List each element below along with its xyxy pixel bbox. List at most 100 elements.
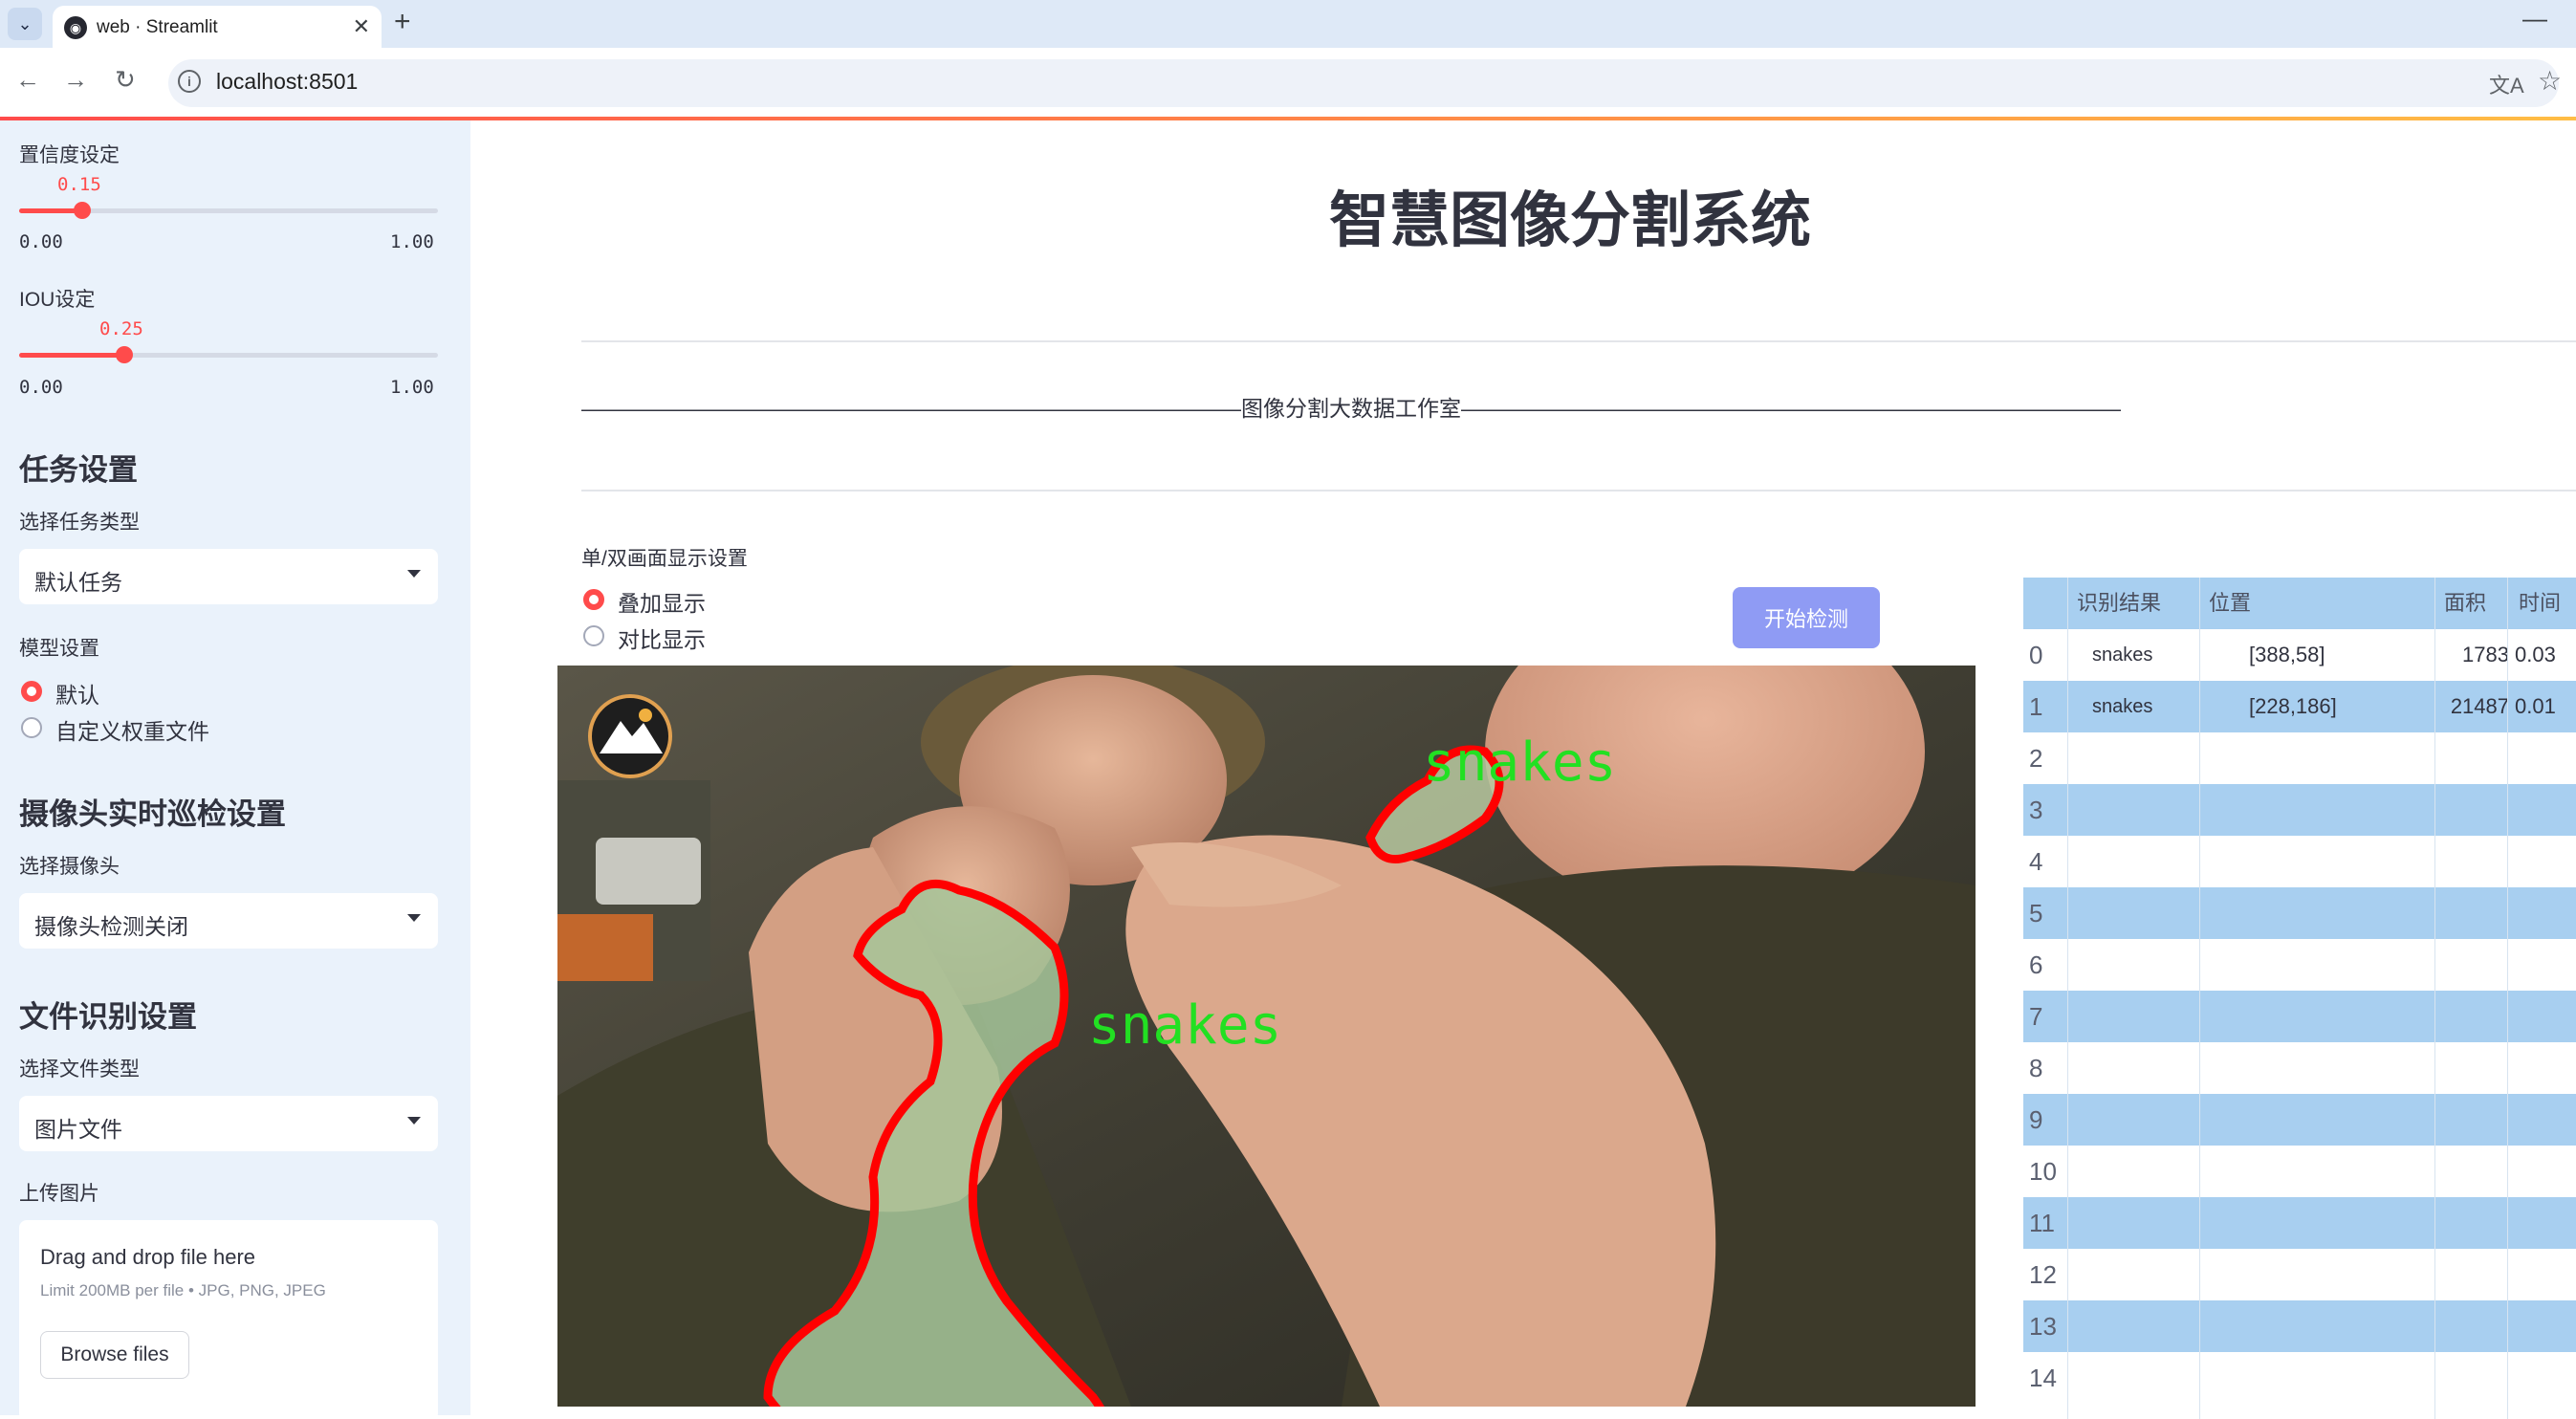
cell-result: [2092, 1300, 2197, 1352]
camera-label: 选择摄像头: [19, 856, 120, 878]
iou-slider[interactable]: [19, 346, 438, 363]
model-radio-custom[interactable]: [21, 717, 42, 738]
cell-result: [2092, 732, 2197, 784]
camera-value: 摄像头检测关闭: [34, 914, 188, 939]
table-row[interactable]: 6: [2023, 939, 2576, 991]
chevron-down-icon: [407, 914, 421, 922]
task-type-select[interactable]: 默认任务: [19, 549, 438, 604]
cell-result: [2092, 1042, 2197, 1094]
model-radio-default[interactable]: [21, 681, 42, 702]
forward-icon[interactable]: →: [63, 65, 88, 95]
task-type-value: 默认任务: [34, 570, 122, 595]
table-column-divider: [2067, 578, 2068, 1419]
cell-result: snakes: [2092, 696, 2153, 717]
tab-title: web · Streamlit: [97, 17, 218, 37]
table-row[interactable]: 5: [2023, 887, 2576, 939]
display-option-compare[interactable]: 对比显示: [618, 622, 706, 654]
iou-min: 0.00: [19, 377, 63, 398]
model-option-default[interactable]: 默认: [55, 677, 99, 710]
display-option-overlay[interactable]: 叠加显示: [618, 585, 706, 618]
table-row[interactable]: 0 snakes [388,58] 1783 0.03: [2023, 629, 2576, 681]
confidence-max: 1.00: [390, 231, 434, 252]
close-icon[interactable]: ✕: [353, 14, 370, 39]
file-settings-heading: 文件识别设置: [19, 1000, 197, 1034]
table-row[interactable]: 8: [2023, 1042, 2576, 1094]
file-dropzone[interactable]: Drag and drop file here Limit 200MB per …: [19, 1220, 438, 1415]
cell-area: [2440, 1300, 2509, 1352]
row-index: 0: [2029, 641, 2043, 669]
star-icon[interactable]: ☆: [2538, 65, 2562, 97]
cell-time: [2515, 836, 2576, 887]
cell-time: [2515, 1197, 2576, 1249]
cell-area: [2440, 836, 2509, 887]
display-radio-compare[interactable]: [583, 625, 604, 646]
cell-position: [2249, 1146, 2431, 1197]
cell-position: [388,58]: [2249, 643, 2325, 666]
header-time[interactable]: 时间: [2519, 578, 2576, 629]
table-row[interactable]: 13: [2023, 1300, 2576, 1352]
row-index: 2: [2029, 744, 2043, 773]
iou-slider-thumb[interactable]: [115, 346, 133, 363]
chevron-down-icon: [407, 570, 421, 578]
tab-dropdown-icon[interactable]: ⌄: [8, 8, 42, 40]
confidence-slider-thumb[interactable]: [73, 202, 91, 219]
table-column-divider: [2434, 578, 2435, 1419]
cell-area: [2440, 1042, 2509, 1094]
reload-icon[interactable]: ↻: [115, 65, 136, 95]
file-type-label: 选择文件类型: [19, 1059, 140, 1081]
table-row[interactable]: 11: [2023, 1197, 2576, 1249]
cell-area: [2440, 1249, 2509, 1300]
table-row[interactable]: 3: [2023, 784, 2576, 836]
start-detection-button[interactable]: 开始检测: [1733, 587, 1880, 648]
table-row[interactable]: 2: [2023, 732, 2576, 784]
browser-tab-strip: ⌄ ◉ web · Streamlit ✕ + —: [0, 0, 2576, 48]
header-area[interactable]: 面积: [2444, 578, 2521, 629]
table-row[interactable]: 14: [2023, 1352, 2576, 1404]
camera-select[interactable]: 摄像头检测关闭: [19, 893, 438, 949]
task-type-label: 选择任务类型: [19, 512, 140, 534]
plus-icon[interactable]: +: [394, 6, 411, 38]
url-bar[interactable]: [168, 59, 2559, 107]
cell-position: [2249, 887, 2431, 939]
sidebar: 置信度设定 0.15 0.00 1.00 IOU设定 0.25 0.00 1.0…: [0, 120, 470, 1415]
cell-time: 0.03: [2515, 643, 2556, 666]
browser-tab[interactable]: ◉ web · Streamlit ✕: [53, 6, 382, 48]
cell-position: [2249, 1300, 2431, 1352]
table-row[interactable]: 9: [2023, 1094, 2576, 1146]
url-text[interactable]: localhost:8501: [216, 69, 358, 95]
confidence-value: 0.15: [57, 174, 101, 195]
row-index: 6: [2029, 950, 2043, 979]
cell-area: 1783: [2462, 643, 2509, 666]
table-row[interactable]: 7: [2023, 991, 2576, 1042]
iou-value: 0.25: [99, 318, 143, 339]
confidence-slider[interactable]: [19, 202, 438, 219]
table-row[interactable]: 4: [2023, 836, 2576, 887]
table-column-divider: [2199, 578, 2200, 1419]
file-type-value: 图片文件: [34, 1117, 122, 1142]
table-header: 识别结果 位置 面积 时间: [2023, 578, 2576, 629]
table-row[interactable]: 10: [2023, 1146, 2576, 1197]
row-index: 12: [2029, 1260, 2057, 1289]
cell-result: [2092, 836, 2197, 887]
table-row[interactable]: 1 snakes [228,186] 21487 0.01: [2023, 681, 2576, 732]
model-option-custom[interactable]: 自定义权重文件: [55, 713, 209, 746]
display-radio-overlay[interactable]: [583, 589, 604, 610]
dropzone-title: Drag and drop file here: [40, 1245, 256, 1269]
cell-time: [2515, 1094, 2576, 1146]
header-result[interactable]: 识别结果: [2077, 578, 2211, 629]
cell-area: [2440, 1352, 2509, 1404]
cell-result: snakes: [2092, 644, 2153, 666]
table-row[interactable]: 12: [2023, 1249, 2576, 1300]
file-type-select[interactable]: 图片文件: [19, 1096, 438, 1151]
cell-time: [2515, 1300, 2576, 1352]
cell-result: [2092, 991, 2197, 1042]
row-index: 13: [2029, 1312, 2057, 1341]
header-position[interactable]: 位置: [2209, 578, 2343, 629]
browse-files-button[interactable]: Browse files: [40, 1331, 189, 1379]
translate-icon[interactable]: 文A: [2489, 69, 2524, 99]
row-index: 9: [2029, 1105, 2043, 1134]
site-info-icon[interactable]: i: [178, 70, 201, 93]
page-title: 智慧图像分割系统: [1329, 187, 1811, 254]
minimize-icon[interactable]: —: [2522, 4, 2547, 33]
back-icon[interactable]: ←: [15, 65, 40, 95]
